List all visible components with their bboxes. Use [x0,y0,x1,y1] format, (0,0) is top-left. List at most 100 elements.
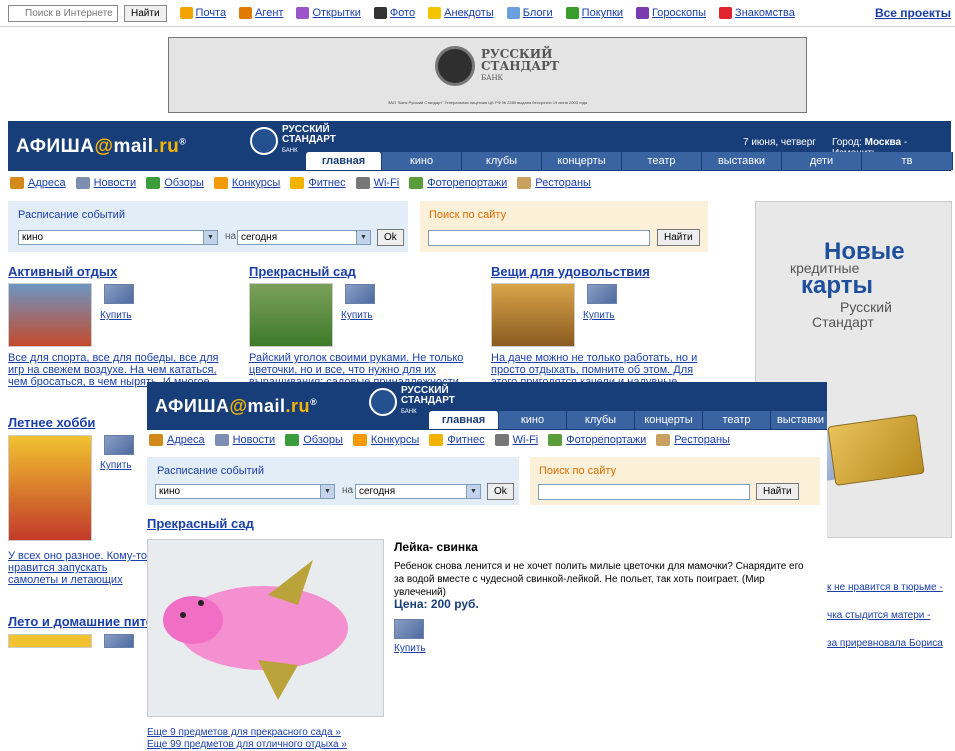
nav-item-2[interactable]: Обзоры [285,434,343,446]
section-title-active[interactable]: Активный отдых [8,264,117,279]
tab-0[interactable]: главная [306,152,382,170]
mail-icon [179,7,193,19]
top-link-8[interactable]: Знакомства [719,7,795,19]
all-projects-link[interactable]: Все проекты [875,6,951,20]
nav-item-0[interactable]: Адреса [149,434,205,446]
nav-item-5[interactable]: Wi-Fi [494,434,538,446]
tab-4[interactable]: театр [703,411,771,429]
tab-2[interactable]: клубы [567,411,635,429]
tab-3[interactable]: концерты [635,411,703,429]
more-garden-link[interactable]: Еще 9 предметов для прекрасного сада » [147,727,341,738]
garden-photo[interactable] [249,283,333,347]
top-link-4[interactable]: Анекдоты [428,7,494,19]
site-search-button[interactable]: Найти [756,483,799,500]
section-title-garden[interactable]: Прекрасный сад [249,264,356,279]
active-rest-photo[interactable] [8,283,92,347]
buy-link[interactable]: Купить [583,310,615,321]
tab-1[interactable]: кино [499,411,567,429]
nav-item-7[interactable]: Рестораны [656,434,730,446]
top-link-5[interactable]: Блоги [506,7,553,19]
tab-1[interactable]: кино [382,152,462,170]
nav-item-1[interactable]: Новости [214,434,275,446]
afisha-logo[interactable]: АФИША@mail.ru® [155,396,317,417]
fitness-icon [429,434,444,446]
pleasure-photo[interactable] [491,283,575,347]
product-popup: АФИША@mail.ru® РУССКИЙ СТАНДАРТ БАНК главн… [147,382,827,751]
nav-item-3[interactable]: Конкурсы [213,177,280,189]
nav-item-5[interactable]: Wi-Fi [355,177,399,189]
site-search-button[interactable]: Найти [657,229,700,246]
nav-item-4[interactable]: Фитнес [429,434,485,446]
top-link-7[interactable]: Гороскопы [636,7,706,19]
tab-3[interactable]: концерты [542,152,622,170]
buy-link[interactable]: Купить [394,643,426,654]
section-title-hobby[interactable]: Летнее хобби [8,415,95,430]
top-link-0[interactable]: Почта [179,7,226,19]
tab-4[interactable]: театр [622,152,702,170]
popup-tabs: главнаякиноклубыконцертытеатрвыставкидет… [429,411,827,429]
tab-0[interactable]: главная [429,411,499,429]
bank-banner-ad[interactable]: РУССКИЙ СТАНДАРТ БАНК ЗАО "Банк Русский … [168,37,807,113]
date-select[interactable]: сегодня ▼ [355,484,481,499]
bank-emblem-icon [250,126,278,155]
buy-link[interactable]: Купить [341,310,373,321]
web-search-input[interactable] [8,4,118,22]
nav-item-2[interactable]: Обзоры [146,177,204,189]
buy-link[interactable]: Купить [100,460,132,471]
pets-photo[interactable] [8,634,92,648]
blog-icon [506,7,520,19]
product-photo[interactable] [147,539,384,717]
agent-icon [239,7,253,19]
product-description: Ребенок снова ленится и не хочет полить … [394,561,804,598]
afisha-logo[interactable]: АФИША@mail.ru® [16,136,186,158]
section-desc[interactable]: У всех оно разное. Кому-то нравится запу… [8,550,148,586]
nav-item-7[interactable]: Рестораны [517,177,591,189]
site-search-input[interactable] [538,484,750,500]
cart-icon [565,7,579,19]
section-title-pleasure[interactable]: Вещи для удовольствия [491,264,650,279]
hobby-photo[interactable] [8,435,92,541]
tab-7[interactable]: тв [862,152,953,170]
postcard-icon [296,7,310,19]
nav-item-3[interactable]: Конкурсы [352,434,419,446]
nav-item-0[interactable]: Адреса [10,177,66,189]
tab-5[interactable]: выставки [771,411,827,429]
buy-link[interactable]: Купить [100,310,132,321]
top-link-6[interactable]: Покупки [565,7,623,19]
nav-item-6[interactable]: Фоторепортажи [409,177,507,189]
schedule-ok-button[interactable]: Ok [487,483,514,500]
chevron-down-icon: ▼ [466,485,480,498]
tab-5[interactable]: выставки [702,152,782,170]
credit-card-icon [104,435,134,455]
category-select[interactable]: кино ▼ [18,230,218,245]
heart-icon [719,7,733,19]
top-links: Почта Агент Открытки Фото Анекдоты Блоги Покуп… [167,7,795,19]
top-toolbar: Найти Почта Агент Открытки Фото Анекдоты Блог… [0,0,955,27]
category-select[interactable]: кино ▼ [155,484,335,499]
nav-item-4[interactable]: Фитнес [290,177,346,189]
tab-6[interactable]: дети [782,152,862,170]
popup-section-title[interactable]: Прекрасный сад [147,516,254,531]
top-link-1[interactable]: Агент [239,7,283,19]
schedule-title: Расписание событий [157,465,264,477]
schedule-ok-button[interactable]: Ok [377,229,404,246]
date-select[interactable]: сегодня ▼ [237,230,371,245]
news-link[interactable]: чка стыдится матери - [827,610,931,621]
top-link-2[interactable]: Открытки [296,7,361,19]
news-link[interactable]: к не нравится в тюрьме - [827,582,943,593]
section-title-pets[interactable]: Лето и домашние питомцы [8,614,148,629]
nav-item-6[interactable]: Фоторепортажи [548,434,646,446]
popup-section-nav: Адреса Новости Обзоры Конкурсы Фитнес Wi-Fi Фо… [149,434,740,446]
nav-item-1[interactable]: Новости [75,177,136,189]
top-link-3[interactable]: Фото [373,7,415,19]
bank-fine-print: ЗАО "Банк Русский Стандарт" Генеральная … [387,100,588,105]
restaurant-icon [656,434,671,446]
popup-schedule-panel: Расписание событий кино ▼ на сегодня ▼ Ok [147,457,519,505]
bank-logo-text: РУССКИЙ СТАНДАРТ БАНК [481,47,559,82]
news-link[interactable]: за приревновала Бориса [827,638,943,649]
site-search-input[interactable] [428,230,650,246]
web-search-button[interactable]: Найти [124,4,167,22]
bank-emblem-icon [369,387,397,416]
more-rest-link[interactable]: Еще 99 предметов для отличного отдыха » [147,739,347,750]
tab-2[interactable]: клубы [462,152,542,170]
